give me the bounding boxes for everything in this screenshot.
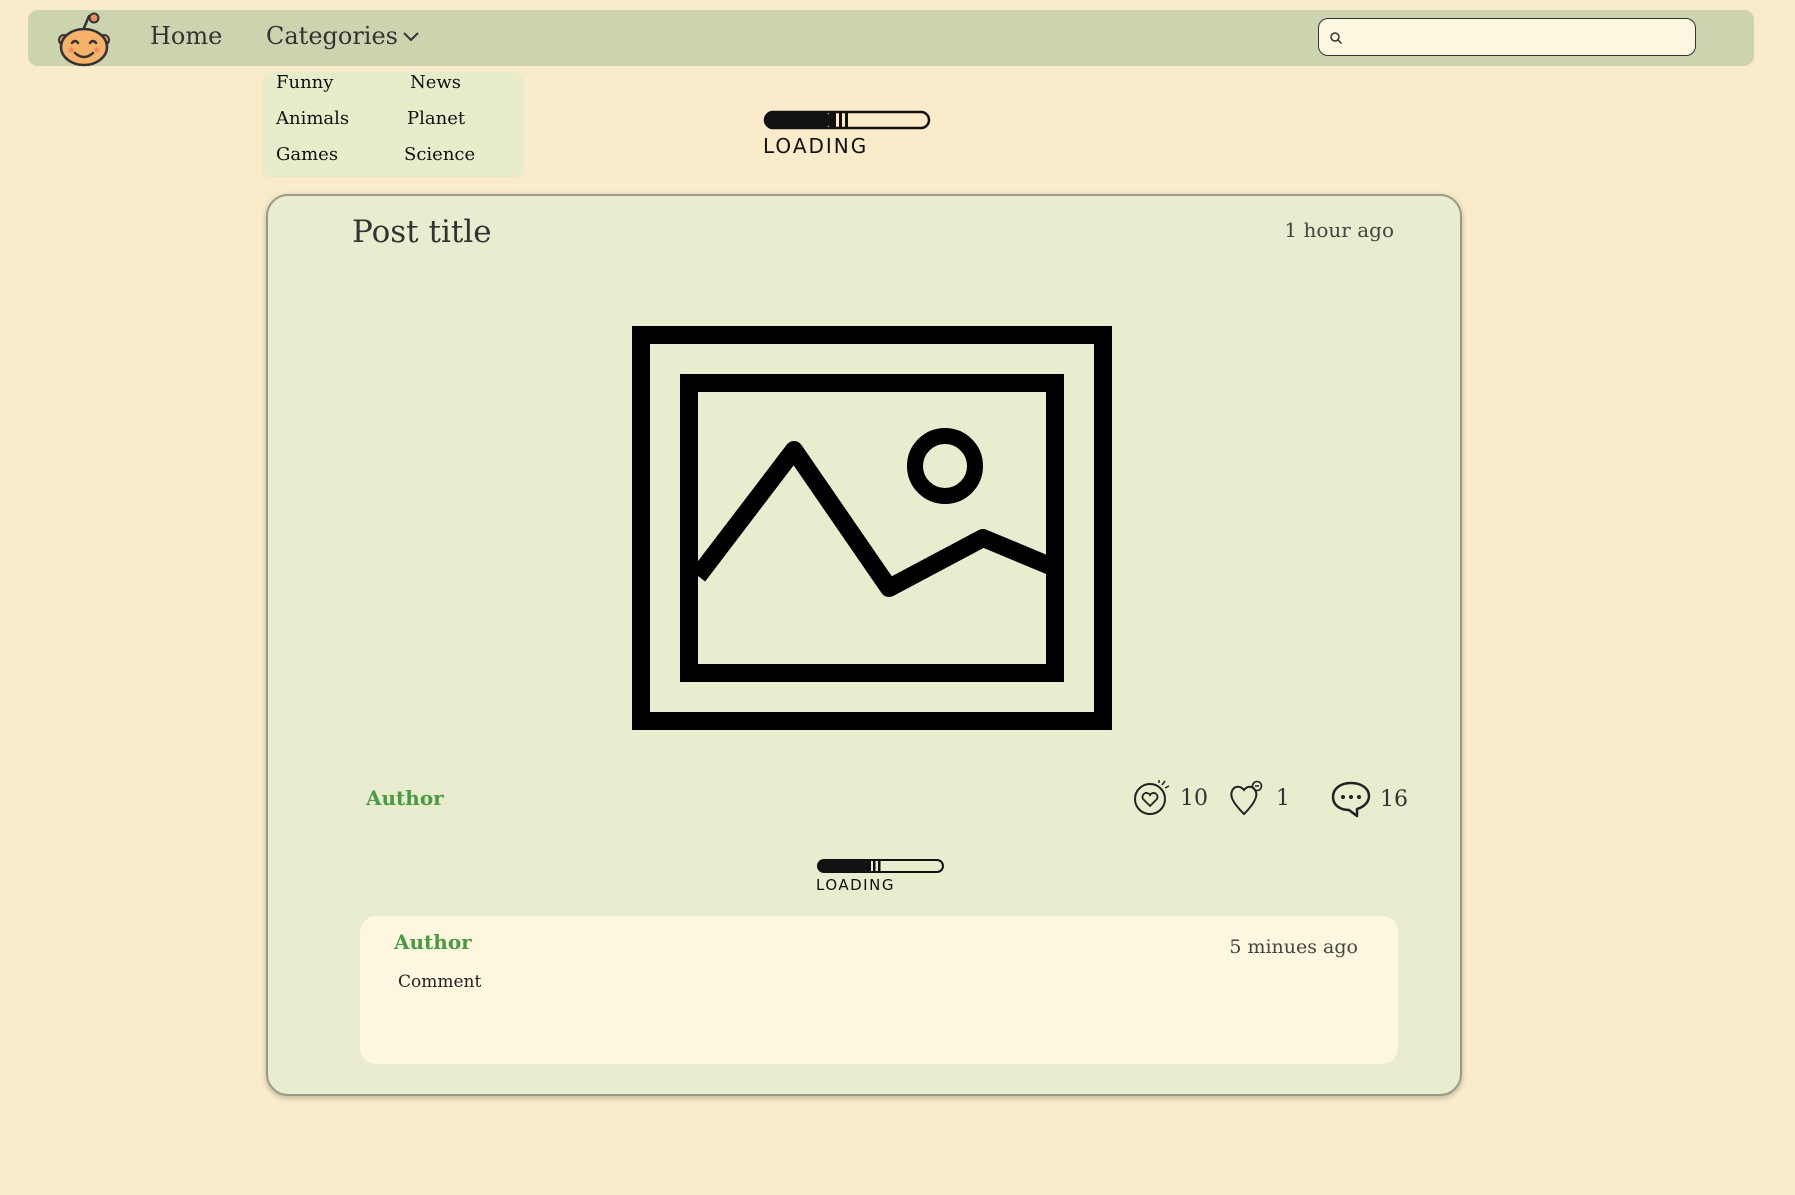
comments-button[interactable]: 16	[1330, 780, 1408, 818]
dislike-count: 1	[1276, 785, 1290, 811]
comment-count: 16	[1380, 786, 1408, 812]
nav-home-link[interactable]: Home	[150, 22, 222, 50]
image-placeholder-icon	[632, 326, 1112, 730]
dislike-button[interactable]: 1	[1228, 780, 1290, 816]
post-author-link[interactable]: Author	[366, 786, 444, 810]
categories-dropdown-menu: Funny News Animals Planet Games Science	[262, 72, 524, 178]
category-item-animals[interactable]: Animals	[276, 108, 349, 129]
loading-label: LOADING	[816, 876, 895, 894]
post-title: Post title	[352, 214, 492, 250]
nav-categories-label: Categories	[266, 22, 398, 50]
category-item-planet[interactable]: Planet	[407, 108, 465, 129]
loading-label: LOADING	[763, 134, 869, 158]
search-field[interactable]	[1318, 18, 1696, 56]
chevron-down-icon	[403, 32, 419, 42]
comment-author-link[interactable]: Author	[394, 930, 472, 954]
reddit-logo-icon[interactable]	[56, 12, 112, 68]
like-count: 10	[1180, 785, 1208, 811]
loading-indicator: LOADING	[763, 110, 933, 162]
loading-bar-icon	[817, 859, 944, 873]
broken-heart-icon	[1230, 780, 1263, 816]
comment-text: Comment	[398, 972, 482, 992]
nav-categories-dropdown[interactable]: Categories	[266, 22, 420, 50]
post-card: Post title 1 hour ago Author 10 1 16 LOA…	[266, 194, 1462, 1096]
category-item-games[interactable]: Games	[276, 144, 338, 165]
loading-bar-icon	[763, 110, 931, 130]
heart-like-icon	[1134, 780, 1170, 815]
search-icon	[1329, 30, 1343, 45]
comment-card: Author 5 minues ago Comment	[360, 916, 1398, 1064]
top-navbar: Home Categories	[28, 10, 1754, 68]
category-item-news[interactable]: News	[410, 72, 461, 93]
comments-loading-indicator: LOADING	[816, 858, 946, 902]
like-button[interactable]: 10	[1132, 780, 1208, 816]
post-timestamp: 1 hour ago	[1284, 218, 1394, 242]
category-item-science[interactable]: Science	[404, 144, 475, 165]
search-input[interactable]	[1345, 19, 1689, 56]
comment-bubble-icon	[1331, 781, 1371, 818]
category-item-funny[interactable]: Funny	[276, 72, 333, 93]
comment-timestamp: 5 minues ago	[1229, 936, 1358, 958]
